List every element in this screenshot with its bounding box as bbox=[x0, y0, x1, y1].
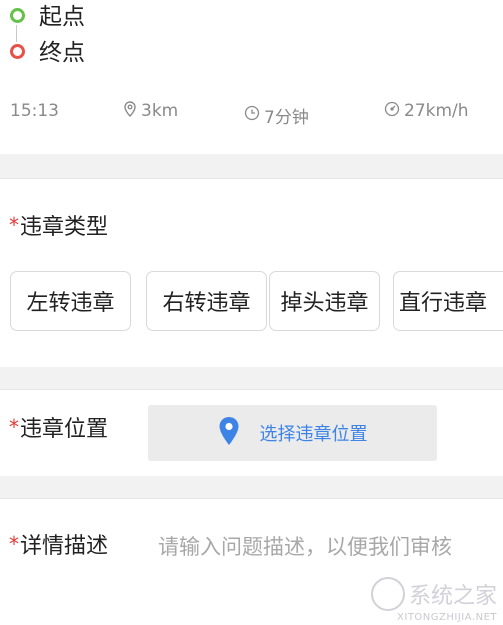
left-turn-violation-button[interactable]: 左转违章 bbox=[10, 271, 131, 331]
section-divider bbox=[0, 476, 503, 498]
description-label: *详情描述 bbox=[9, 531, 108, 562]
speed-value: 27km/h bbox=[404, 101, 469, 121]
violation-type-title: 违章类型 bbox=[20, 215, 109, 240]
description-title: 详情描述 bbox=[20, 534, 109, 559]
divider-line bbox=[0, 389, 503, 390]
watermark-text: 系统之家 bbox=[408, 584, 497, 609]
violation-type-label: *违章类型 bbox=[9, 212, 108, 243]
required-mark: * bbox=[9, 213, 19, 237]
right-turn-violation-button[interactable]: 右转违章 bbox=[146, 271, 267, 331]
select-location-button[interactable]: 选择违章位置 bbox=[148, 405, 437, 461]
clock-icon bbox=[244, 105, 264, 126]
violation-location-label: *违章位置 bbox=[9, 414, 108, 445]
straight-violation-button[interactable]: 直行违章 bbox=[393, 271, 503, 331]
distance-value: 3km bbox=[141, 101, 179, 121]
stat-distance: 3km bbox=[123, 99, 178, 123]
required-mark: * bbox=[9, 532, 19, 556]
route-connector-line bbox=[16, 25, 17, 42]
end-point-icon bbox=[10, 44, 25, 59]
stat-duration: 7分钟 bbox=[244, 103, 309, 128]
start-point-icon bbox=[10, 8, 25, 23]
stat-time: 15:13 bbox=[10, 99, 59, 123]
section-divider bbox=[0, 154, 503, 178]
end-label: 终点 bbox=[39, 40, 85, 66]
required-mark: * bbox=[9, 415, 19, 439]
select-location-label: 选择违章位置 bbox=[259, 424, 368, 445]
divider-line bbox=[0, 498, 503, 499]
divider-line bbox=[0, 178, 503, 179]
watermark-url: XITONGZHIJIA.NET bbox=[397, 612, 497, 623]
location-pin-icon bbox=[123, 100, 141, 122]
watermark: 系统之家 bbox=[370, 577, 497, 611]
stat-speed: 27km/h bbox=[384, 99, 469, 123]
duration-value: 7分钟 bbox=[264, 107, 309, 128]
section-divider bbox=[0, 367, 503, 389]
violation-location-title: 违章位置 bbox=[20, 417, 109, 442]
description-input[interactable]: 请输入问题描述，以便我们审核 bbox=[158, 530, 488, 564]
u-turn-violation-button[interactable]: 掉头违章 bbox=[269, 271, 380, 331]
start-label: 起点 bbox=[39, 4, 85, 30]
time-value: 15:13 bbox=[10, 101, 59, 121]
map-pin-icon bbox=[218, 416, 260, 451]
watermark-logo-icon bbox=[370, 577, 405, 611]
speedometer-icon bbox=[384, 101, 404, 122]
